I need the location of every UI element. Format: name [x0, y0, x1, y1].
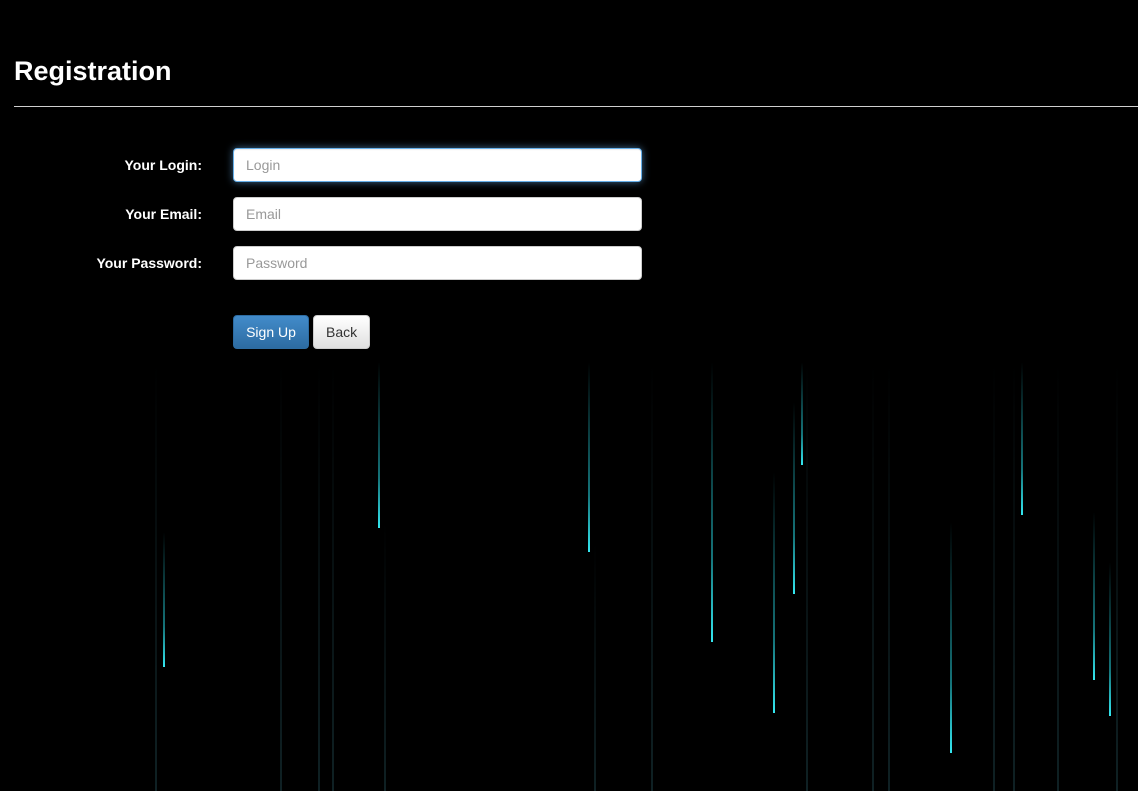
rain-streak — [155, 362, 157, 791]
rain-streak — [651, 362, 653, 791]
rain-streak — [318, 362, 320, 791]
login-label: Your Login: — [124, 157, 203, 173]
email-input[interactable] — [233, 197, 642, 231]
email-label: Your Email: — [125, 206, 202, 222]
back-button[interactable]: Back — [313, 315, 370, 349]
rain-streak — [950, 522, 952, 753]
title-divider — [14, 106, 1138, 107]
rain-streak — [1116, 362, 1118, 791]
rain-streak — [1057, 362, 1059, 791]
page-title: Registration — [14, 56, 172, 86]
rain-streak — [801, 362, 803, 465]
rain-streak — [1013, 362, 1015, 791]
rain-streak — [594, 542, 596, 791]
rain-streak — [280, 362, 282, 791]
rain-streak — [993, 362, 995, 791]
rain-streak — [1021, 362, 1023, 515]
password-label: Your Password: — [96, 255, 202, 271]
rain-streak — [888, 362, 890, 791]
rain-streak — [1093, 512, 1095, 680]
registration-page: Registration Your Login: Your Email: You… — [0, 0, 1138, 791]
rain-background — [0, 362, 1138, 791]
login-input[interactable] — [233, 148, 642, 182]
rain-streak — [332, 362, 334, 791]
password-input[interactable] — [233, 246, 642, 280]
rain-streak — [1109, 562, 1111, 716]
rain-streak — [806, 362, 808, 791]
rain-streak — [588, 362, 590, 552]
rain-streak — [384, 522, 386, 791]
sign-up-button[interactable]: Sign Up — [233, 315, 309, 349]
rain-streak — [163, 532, 165, 667]
rain-streak — [378, 362, 380, 528]
rain-streak — [872, 362, 874, 791]
rain-streak — [793, 402, 795, 594]
rain-streak — [773, 472, 775, 713]
rain-streak — [711, 362, 713, 642]
